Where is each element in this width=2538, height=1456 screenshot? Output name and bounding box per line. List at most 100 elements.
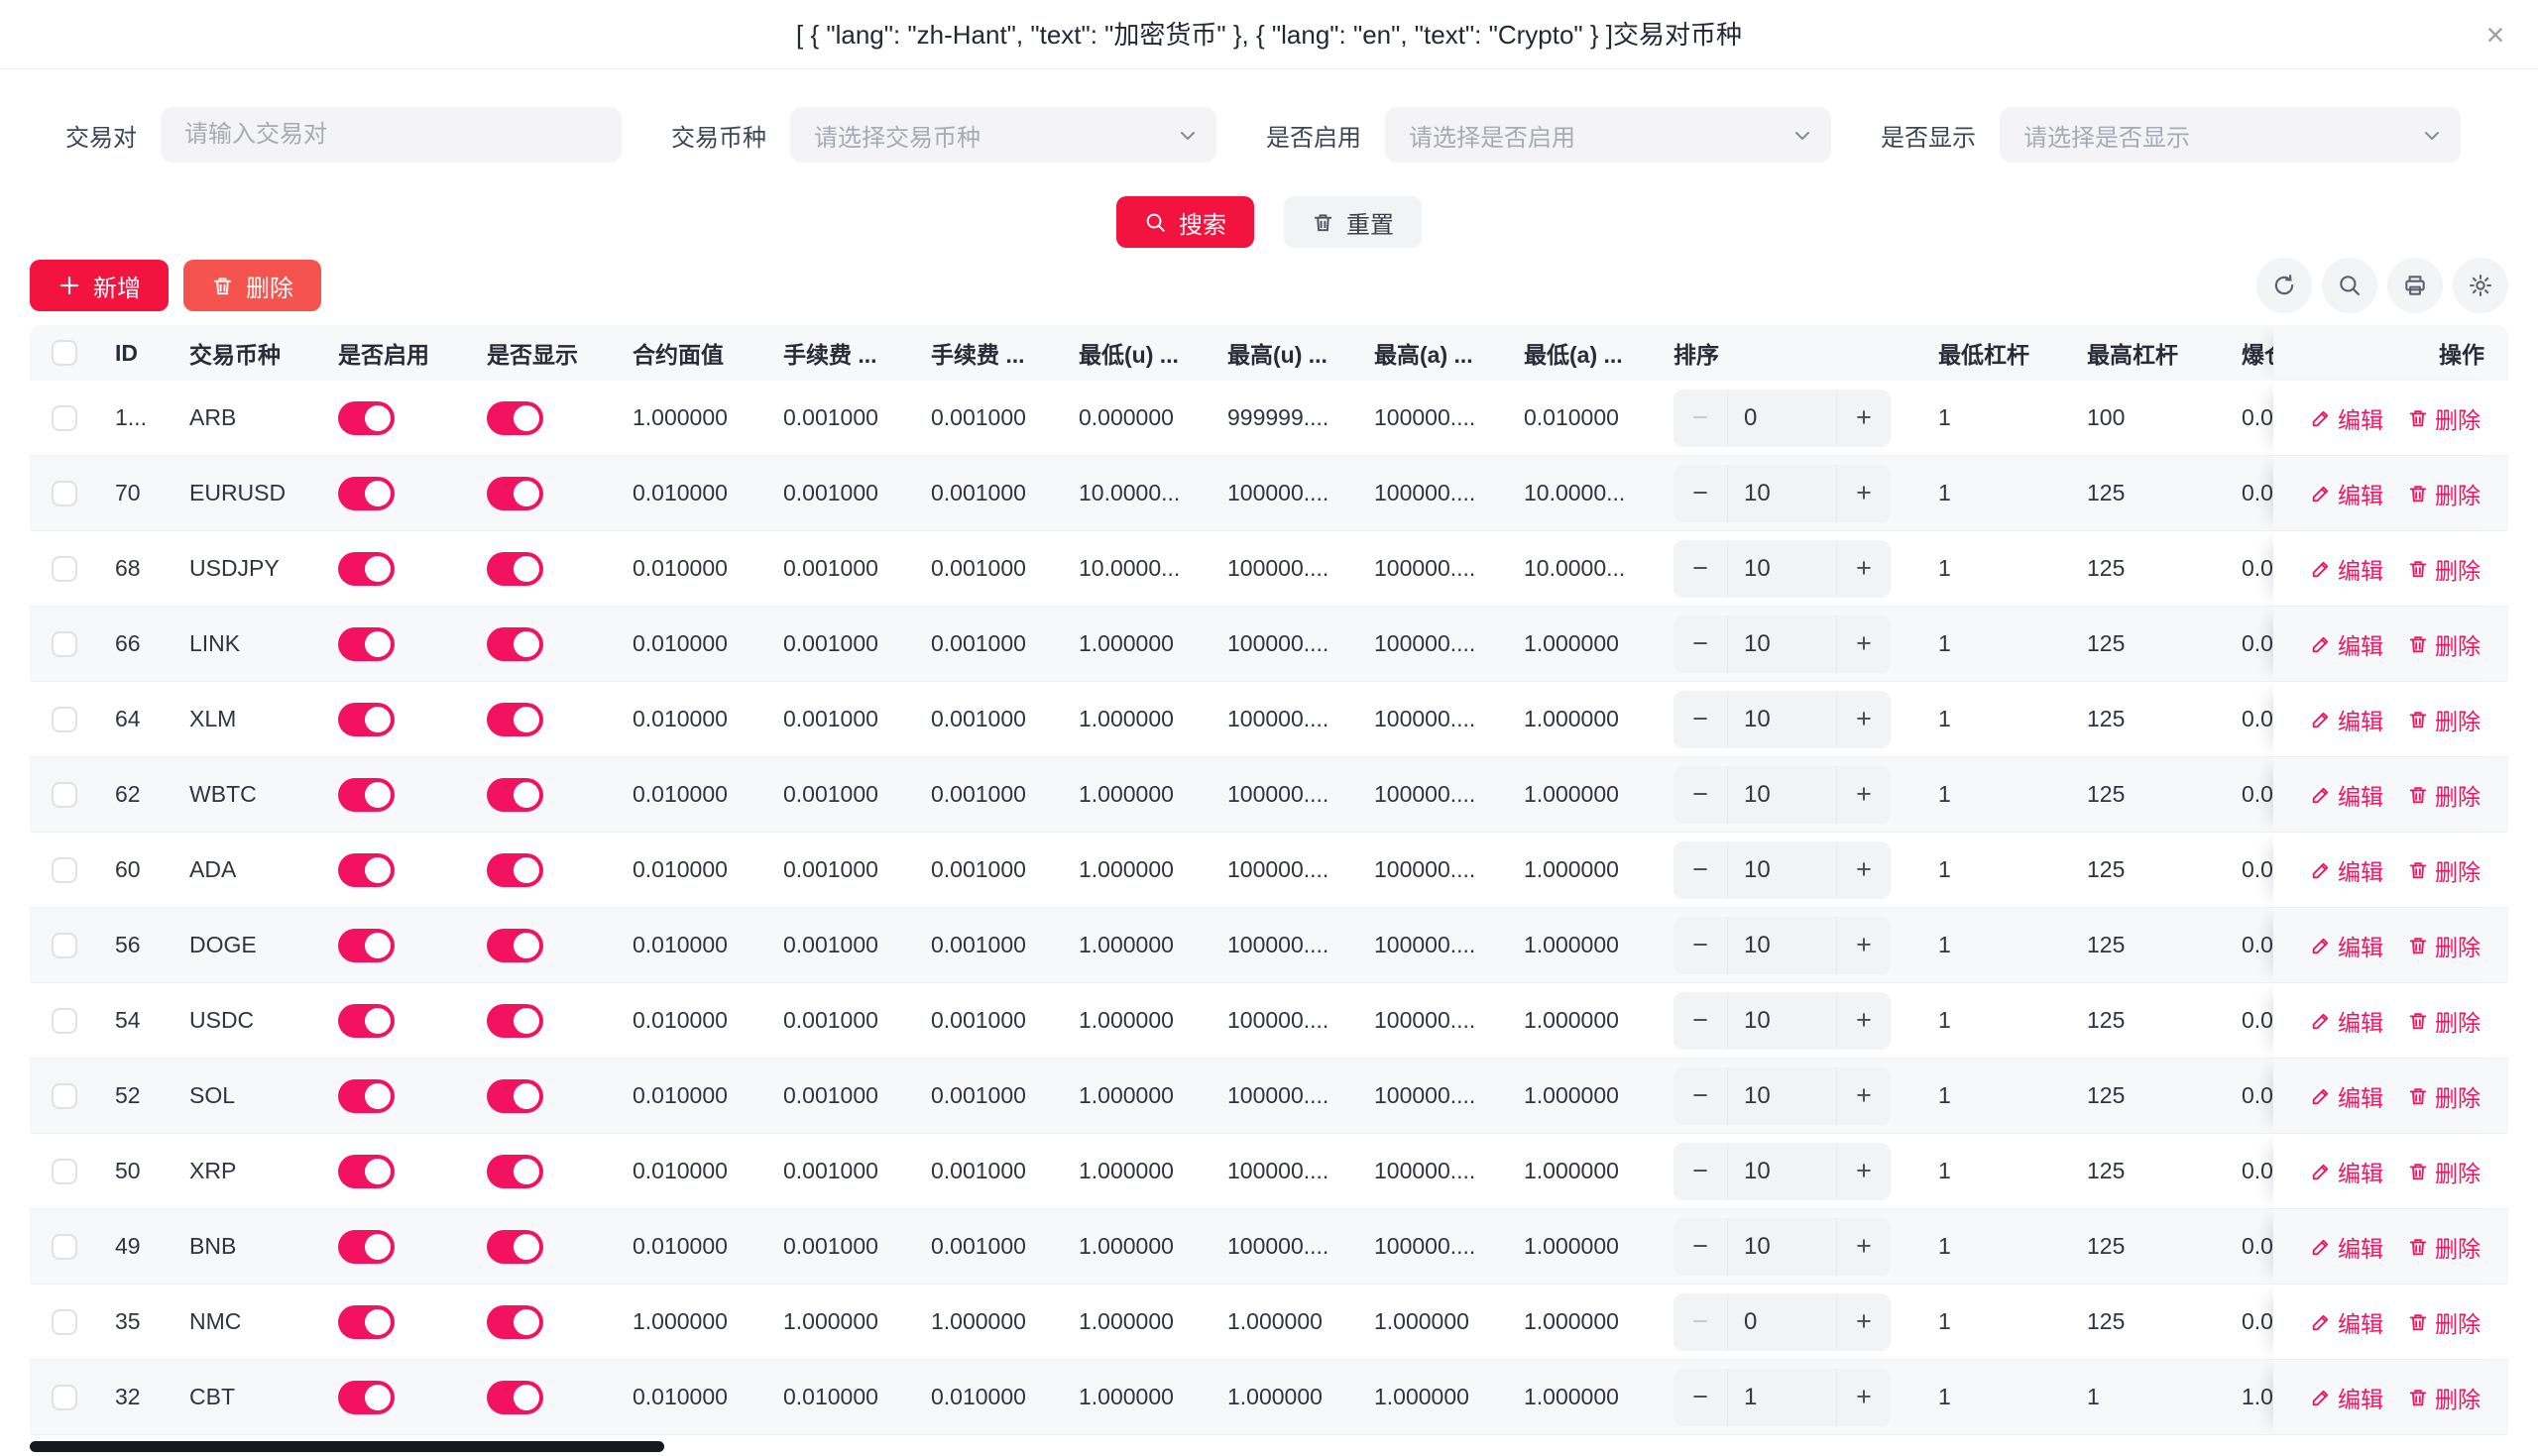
enabled-toggle[interactable] [338, 929, 395, 962]
visible-toggle[interactable] [487, 1230, 543, 1264]
delete-link[interactable]: 删除 [2407, 929, 2480, 962]
edit-link[interactable]: 编辑 [2310, 929, 2383, 962]
enabled-toggle[interactable] [338, 1305, 395, 1339]
print-button[interactable] [2387, 258, 2443, 313]
visible-toggle[interactable] [487, 627, 543, 661]
currency-select[interactable]: 请选择交易币种 [790, 107, 1216, 163]
row-checkbox[interactable] [52, 1159, 77, 1184]
edit-link[interactable]: 编辑 [2310, 401, 2383, 435]
stepper-plus-button[interactable]: + [1837, 1369, 1891, 1426]
row-checkbox[interactable] [52, 631, 77, 657]
horizontal-scrollbar-thumb[interactable] [30, 1441, 664, 1452]
edit-link[interactable]: 编辑 [2310, 1004, 2383, 1038]
stepper-minus-button[interactable]: − [1673, 1218, 1727, 1276]
row-checkbox[interactable] [52, 1309, 77, 1335]
delete-link[interactable]: 删除 [2407, 627, 2480, 661]
column-search-button[interactable] [2322, 258, 2377, 313]
search-button[interactable]: 搜索 [1116, 196, 1254, 248]
visible-toggle[interactable] [487, 703, 543, 736]
stepper-plus-button[interactable]: + [1837, 540, 1891, 598]
row-checkbox[interactable] [52, 707, 77, 732]
delete-link[interactable]: 删除 [2407, 1305, 2480, 1339]
enabled-toggle[interactable] [338, 1230, 395, 1264]
visible-toggle[interactable] [487, 1305, 543, 1339]
stepper-minus-button[interactable]: − [1673, 1293, 1727, 1351]
visible-toggle[interactable] [487, 1381, 543, 1414]
settings-button[interactable] [2453, 258, 2508, 313]
enabled-toggle[interactable] [338, 1079, 395, 1113]
row-checkbox[interactable] [52, 556, 77, 582]
bulk-delete-button[interactable]: 删除 [183, 260, 321, 311]
stepper-minus-button[interactable]: − [1673, 766, 1727, 824]
delete-link[interactable]: 删除 [2407, 778, 2480, 812]
row-checkbox[interactable] [52, 481, 77, 506]
stepper-minus-button[interactable]: − [1673, 691, 1727, 748]
stepper-minus-button[interactable]: − [1673, 390, 1727, 447]
stepper-plus-button[interactable]: + [1837, 691, 1891, 748]
edit-link[interactable]: 编辑 [2310, 1305, 2383, 1339]
edit-link[interactable]: 编辑 [2310, 477, 2383, 510]
select-all-checkbox[interactable] [52, 340, 77, 366]
stepper-plus-button[interactable]: + [1837, 1218, 1891, 1276]
pair-input[interactable] [161, 107, 622, 163]
stepper-minus-button[interactable]: − [1673, 465, 1727, 522]
stepper-minus-button[interactable]: − [1673, 917, 1727, 974]
edit-link[interactable]: 编辑 [2310, 703, 2383, 736]
row-checkbox[interactable] [52, 782, 77, 808]
visible-toggle[interactable] [487, 477, 543, 510]
enabled-select[interactable]: 请选择是否启用 [1385, 107, 1831, 163]
enabled-toggle[interactable] [338, 703, 395, 736]
delete-link[interactable]: 删除 [2407, 1381, 2480, 1414]
edit-link[interactable]: 编辑 [2310, 627, 2383, 661]
visible-toggle[interactable] [487, 401, 543, 435]
enabled-toggle[interactable] [338, 778, 395, 812]
enabled-toggle[interactable] [338, 627, 395, 661]
visible-toggle[interactable] [487, 778, 543, 812]
stepper-plus-button[interactable]: + [1837, 917, 1891, 974]
stepper-plus-button[interactable]: + [1837, 616, 1891, 673]
refresh-button[interactable] [2256, 258, 2312, 313]
stepper-plus-button[interactable]: + [1837, 1293, 1891, 1351]
row-checkbox[interactable] [52, 933, 77, 958]
stepper-plus-button[interactable]: + [1837, 1143, 1891, 1200]
row-checkbox[interactable] [52, 405, 77, 431]
edit-link[interactable]: 编辑 [2310, 1381, 2383, 1414]
enabled-toggle[interactable] [338, 853, 395, 887]
edit-link[interactable]: 编辑 [2310, 1155, 2383, 1188]
row-checkbox[interactable] [52, 1008, 77, 1034]
stepper-minus-button[interactable]: − [1673, 616, 1727, 673]
delete-link[interactable]: 删除 [2407, 853, 2480, 887]
visible-toggle[interactable] [487, 853, 543, 887]
edit-link[interactable]: 编辑 [2310, 778, 2383, 812]
visible-toggle[interactable] [487, 929, 543, 962]
stepper-plus-button[interactable]: + [1837, 465, 1891, 522]
stepper-minus-button[interactable]: − [1673, 1369, 1727, 1426]
enabled-toggle[interactable] [338, 477, 395, 510]
edit-link[interactable]: 编辑 [2310, 1079, 2383, 1113]
row-checkbox[interactable] [52, 1385, 77, 1410]
enabled-toggle[interactable] [338, 1381, 395, 1414]
delete-link[interactable]: 删除 [2407, 1230, 2480, 1264]
edit-link[interactable]: 编辑 [2310, 552, 2383, 586]
stepper-minus-button[interactable]: − [1673, 540, 1727, 598]
stepper-minus-button[interactable]: − [1673, 841, 1727, 899]
visible-select[interactable]: 请选择是否显示 [2000, 107, 2461, 163]
row-checkbox[interactable] [52, 1083, 77, 1109]
delete-link[interactable]: 删除 [2407, 1004, 2480, 1038]
enabled-toggle[interactable] [338, 401, 395, 435]
stepper-plus-button[interactable]: + [1837, 1067, 1891, 1125]
visible-toggle[interactable] [487, 1079, 543, 1113]
delete-link[interactable]: 删除 [2407, 1155, 2480, 1188]
edit-link[interactable]: 编辑 [2310, 853, 2383, 887]
enabled-toggle[interactable] [338, 552, 395, 586]
delete-link[interactable]: 删除 [2407, 1079, 2480, 1113]
delete-link[interactable]: 删除 [2407, 477, 2480, 510]
stepper-plus-button[interactable]: + [1837, 992, 1891, 1050]
stepper-minus-button[interactable]: − [1673, 1143, 1727, 1200]
delete-link[interactable]: 删除 [2407, 401, 2480, 435]
add-button[interactable]: 新增 [30, 260, 169, 311]
enabled-toggle[interactable] [338, 1004, 395, 1038]
stepper-plus-button[interactable]: + [1837, 841, 1891, 899]
row-checkbox[interactable] [52, 857, 77, 883]
delete-link[interactable]: 删除 [2407, 703, 2480, 736]
